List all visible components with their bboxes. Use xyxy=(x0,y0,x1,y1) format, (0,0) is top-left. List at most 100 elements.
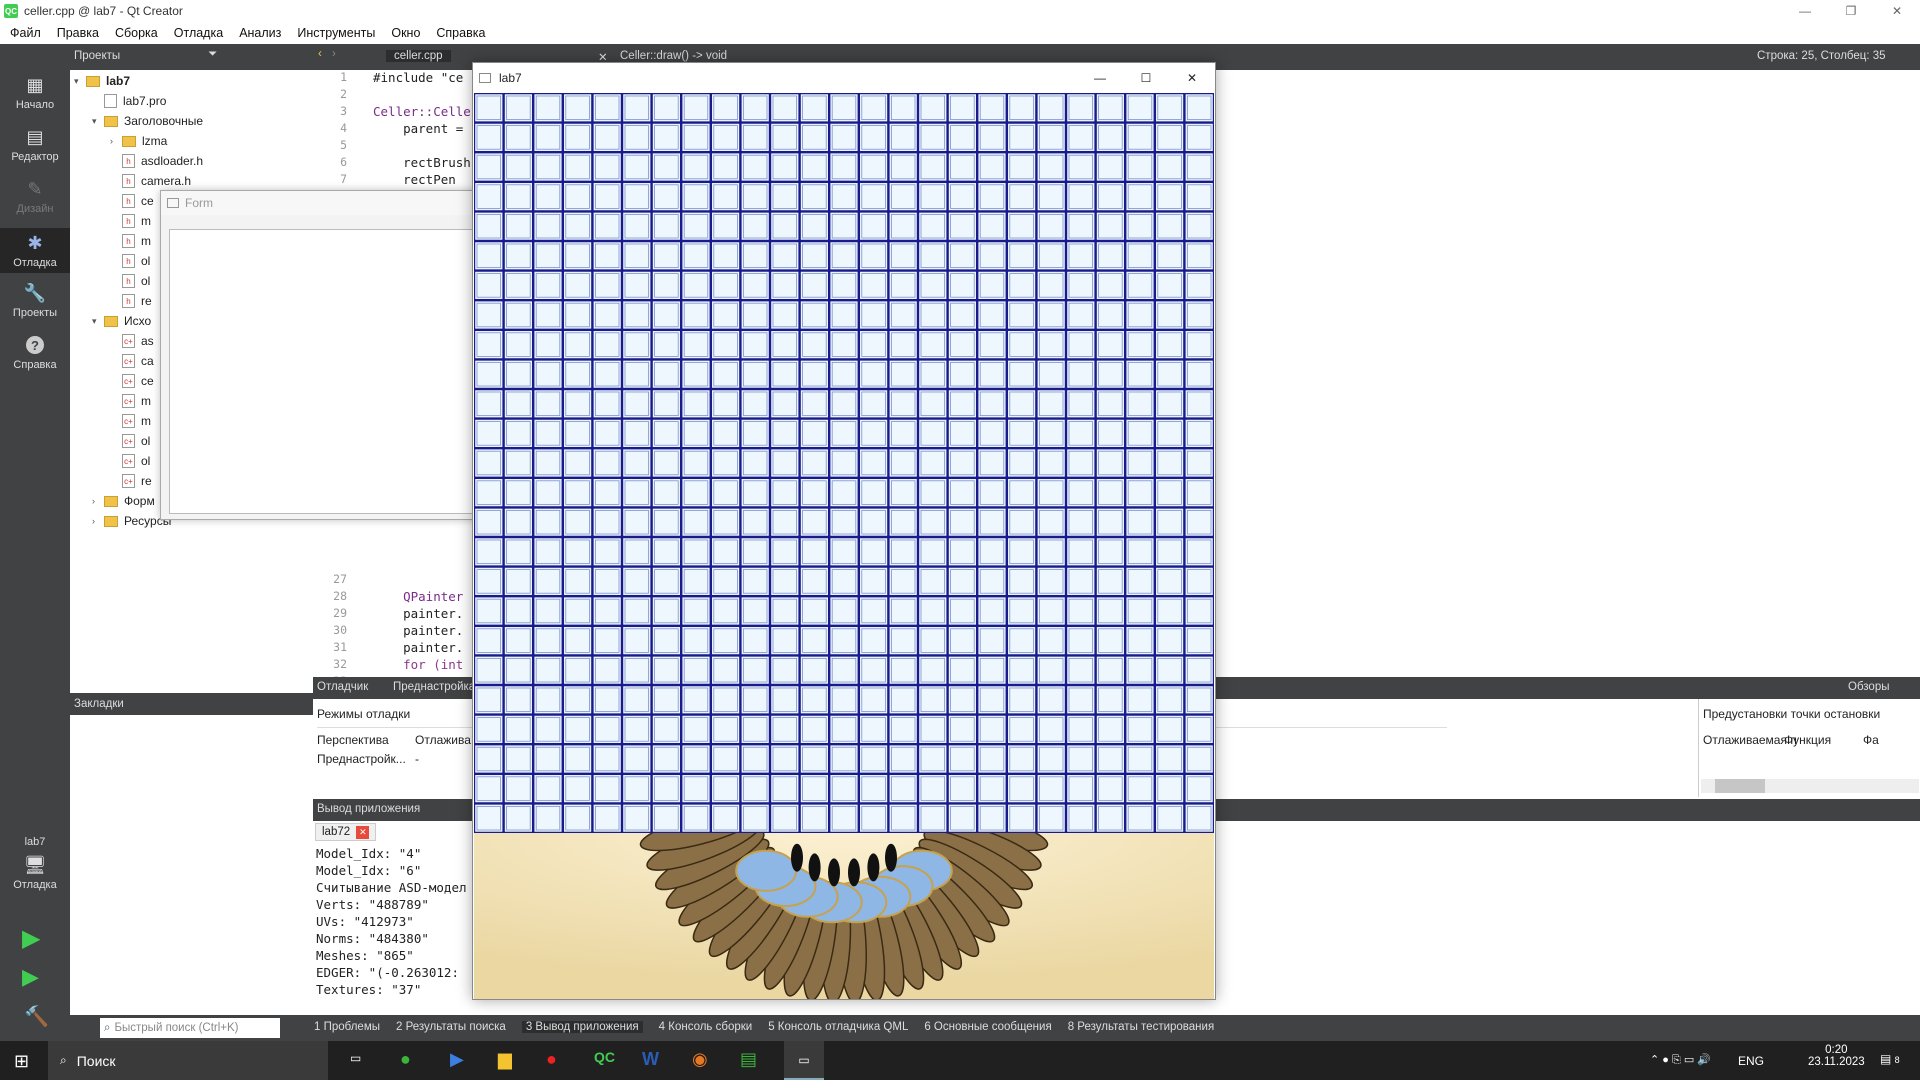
tree-item[interactable]: h ol xyxy=(110,271,150,291)
output-pane-button[interactable]: 1 Проблемы xyxy=(314,1021,380,1033)
forward-icon[interactable]: › xyxy=(332,48,336,60)
menu-item[interactable]: Правка xyxy=(49,26,107,40)
tree-item[interactable]: c+ ce xyxy=(110,371,154,391)
tree-item[interactable]: h camera.h xyxy=(110,171,191,191)
code-line[interactable]: #include "ce xyxy=(373,70,463,85)
code-line[interactable]: painter. xyxy=(373,606,463,621)
code-line[interactable]: painter. xyxy=(373,640,463,655)
mode-edit[interactable]: ▤ Редактор xyxy=(0,126,70,164)
debugger-tab[interactable]: Отладчик xyxy=(317,681,368,693)
mode-projects[interactable]: 🔧 Проекты xyxy=(0,282,70,320)
tree-item[interactable]: h ol xyxy=(110,251,150,271)
function-combo[interactable]: Celler::draw() -> void xyxy=(620,50,727,62)
overview-tab[interactable]: Обзоры xyxy=(1848,681,1889,693)
file-tab[interactable]: celler.cpp xyxy=(386,50,451,62)
minimize-button[interactable]: — xyxy=(1782,0,1828,22)
code-line[interactable]: QPainter xyxy=(373,589,463,604)
lab7-taskbar-icon[interactable]: ▭ xyxy=(784,1041,824,1080)
filter-icon[interactable]: ⏷ xyxy=(208,48,217,61)
tree-item[interactable]: hm xyxy=(110,211,151,231)
output-pane-button[interactable]: 3 Вывод приложения xyxy=(521,1021,643,1033)
tree-item[interactable]: c+ ol xyxy=(110,431,150,451)
expand-arrow-icon[interactable]: ▾ xyxy=(92,316,104,327)
debug-run-button[interactable]: ▶ xyxy=(22,964,39,990)
projects-combo[interactable]: Проекты xyxy=(74,50,120,62)
windows-start-icon[interactable]: ⊞ xyxy=(14,1051,29,1072)
expand-arrow-icon[interactable]: ▾ xyxy=(92,116,104,127)
notepad-icon[interactable]: ▤ xyxy=(740,1049,757,1070)
locator-input[interactable]: ⌕ Быстрый поиск (Ctrl+K) xyxy=(100,1018,280,1038)
output-pane-button[interactable]: 4 Консоль сборки xyxy=(659,1021,753,1033)
tree-item[interactable]: c+ ol xyxy=(110,451,150,471)
tree-item[interactable]: ▾ lab7 xyxy=(74,71,130,91)
menu-item[interactable]: Анализ xyxy=(231,26,289,40)
expand-arrow-icon[interactable]: ▾ xyxy=(74,76,86,87)
taskbar-search[interactable]: ⌕ Поиск xyxy=(48,1041,328,1080)
expand-arrow-icon[interactable]: › xyxy=(92,496,104,506)
cell-grid[interactable] xyxy=(472,91,1216,835)
notifications-icon[interactable]: ▤ 8 xyxy=(1880,1052,1900,1066)
tree-item[interactable]: › Форм xyxy=(92,491,155,511)
qt-creator-taskbar-icon[interactable]: QC xyxy=(594,1049,615,1065)
tree-item[interactable]: ▾ Заголовочные xyxy=(92,111,203,131)
yandex-browser-icon[interactable]: ● xyxy=(546,1049,557,1070)
code-line[interactable]: Celler::Celle xyxy=(373,104,471,119)
preset-tab[interactable]: Преднастройка xyxy=(393,681,475,693)
lab7-minimize-button[interactable]: — xyxy=(1077,63,1123,93)
tree-item[interactable]: c+ as xyxy=(110,331,154,351)
build-button[interactable]: 🔨 xyxy=(24,1004,49,1029)
code-line[interactable]: for (int xyxy=(373,657,463,672)
word-icon[interactable]: W xyxy=(642,1049,659,1070)
tree-item[interactable]: h asdloader.h xyxy=(110,151,203,171)
menu-item[interactable]: Справка xyxy=(428,26,493,40)
tree-item[interactable]: c+ ca xyxy=(110,351,154,371)
xbox-icon[interactable]: ● xyxy=(400,1049,411,1070)
file-explorer-icon[interactable]: ▆ xyxy=(498,1049,512,1070)
tree-item[interactable]: lab7.pro xyxy=(92,91,166,111)
restore-button[interactable]: ❐ xyxy=(1828,0,1874,22)
output-tab[interactable]: lab72 ✕ xyxy=(315,823,377,841)
clock[interactable]: 0:20 23.11.2023 xyxy=(1808,1044,1865,1068)
tree-item[interactable]: › lzma xyxy=(110,131,167,151)
output-pane-button[interactable]: 8 Результаты тестирования xyxy=(1068,1021,1215,1033)
tree-item[interactable]: h ce xyxy=(110,191,154,211)
tray-icons[interactable]: ⌃ ● ⎘ ▭ 🔊 xyxy=(1650,1053,1711,1067)
tree-item[interactable]: h re xyxy=(110,291,152,311)
powershell-icon[interactable]: ▶ xyxy=(450,1049,464,1070)
output-pane-button[interactable]: 2 Результаты поиска xyxy=(396,1021,506,1033)
expand-arrow-icon[interactable]: › xyxy=(110,136,122,146)
lab7-window[interactable]: lab7 — ☐ ✕ xyxy=(472,62,1216,1000)
close-output-tab-icon[interactable]: ✕ xyxy=(356,826,370,839)
tree-item[interactable]: c+ m xyxy=(110,411,151,431)
language-indicator[interactable]: ENG xyxy=(1738,1054,1764,1068)
tree-item[interactable]: ▾ Исхо xyxy=(92,311,151,331)
kit-selector[interactable]: lab7 🖥 Отладка xyxy=(0,836,70,891)
output-pane-button[interactable]: 5 Консоль отладчика QML xyxy=(768,1021,908,1033)
form-window[interactable]: Form xyxy=(160,190,490,520)
close-button[interactable]: ✕ xyxy=(1874,0,1920,22)
lab7-maximize-button[interactable]: ☐ xyxy=(1123,63,1169,93)
run-button[interactable]: ▶ xyxy=(22,924,40,953)
task-view-icon[interactable]: ▭ xyxy=(350,1051,361,1065)
code-line[interactable]: rectPen xyxy=(373,172,456,187)
tree-item[interactable]: hm xyxy=(110,231,151,251)
menu-item[interactable]: Отладка xyxy=(166,26,231,40)
code-line[interactable]: parent = xyxy=(373,121,463,136)
mode-help[interactable]: ? Справка xyxy=(0,334,70,371)
tree-item[interactable]: c+ re xyxy=(110,471,152,491)
lab7-close-button[interactable]: ✕ xyxy=(1169,63,1215,93)
menu-item[interactable]: Окно xyxy=(383,26,428,40)
mode-debug[interactable]: ✱ Отладка xyxy=(0,228,70,273)
menu-item[interactable]: Инструменты xyxy=(289,26,383,40)
back-icon[interactable]: ‹ xyxy=(318,48,322,60)
mode-welcome[interactable]: ▦ Начало xyxy=(0,74,70,112)
cell-preset[interactable]: Преднастройк... xyxy=(317,752,406,766)
mode-design[interactable]: ✎ Дизайн xyxy=(0,178,70,216)
code-line[interactable]: rectBrush xyxy=(373,155,471,170)
horizontal-scrollbar[interactable] xyxy=(1701,779,1919,793)
blender-icon[interactable]: ◉ xyxy=(692,1049,708,1070)
output-pane-button[interactable]: 6 Основные сообщения xyxy=(924,1021,1051,1033)
tree-item[interactable]: c+ m xyxy=(110,391,151,411)
code-line[interactable]: painter. xyxy=(373,623,463,638)
menu-item[interactable]: Сборка xyxy=(107,26,166,40)
